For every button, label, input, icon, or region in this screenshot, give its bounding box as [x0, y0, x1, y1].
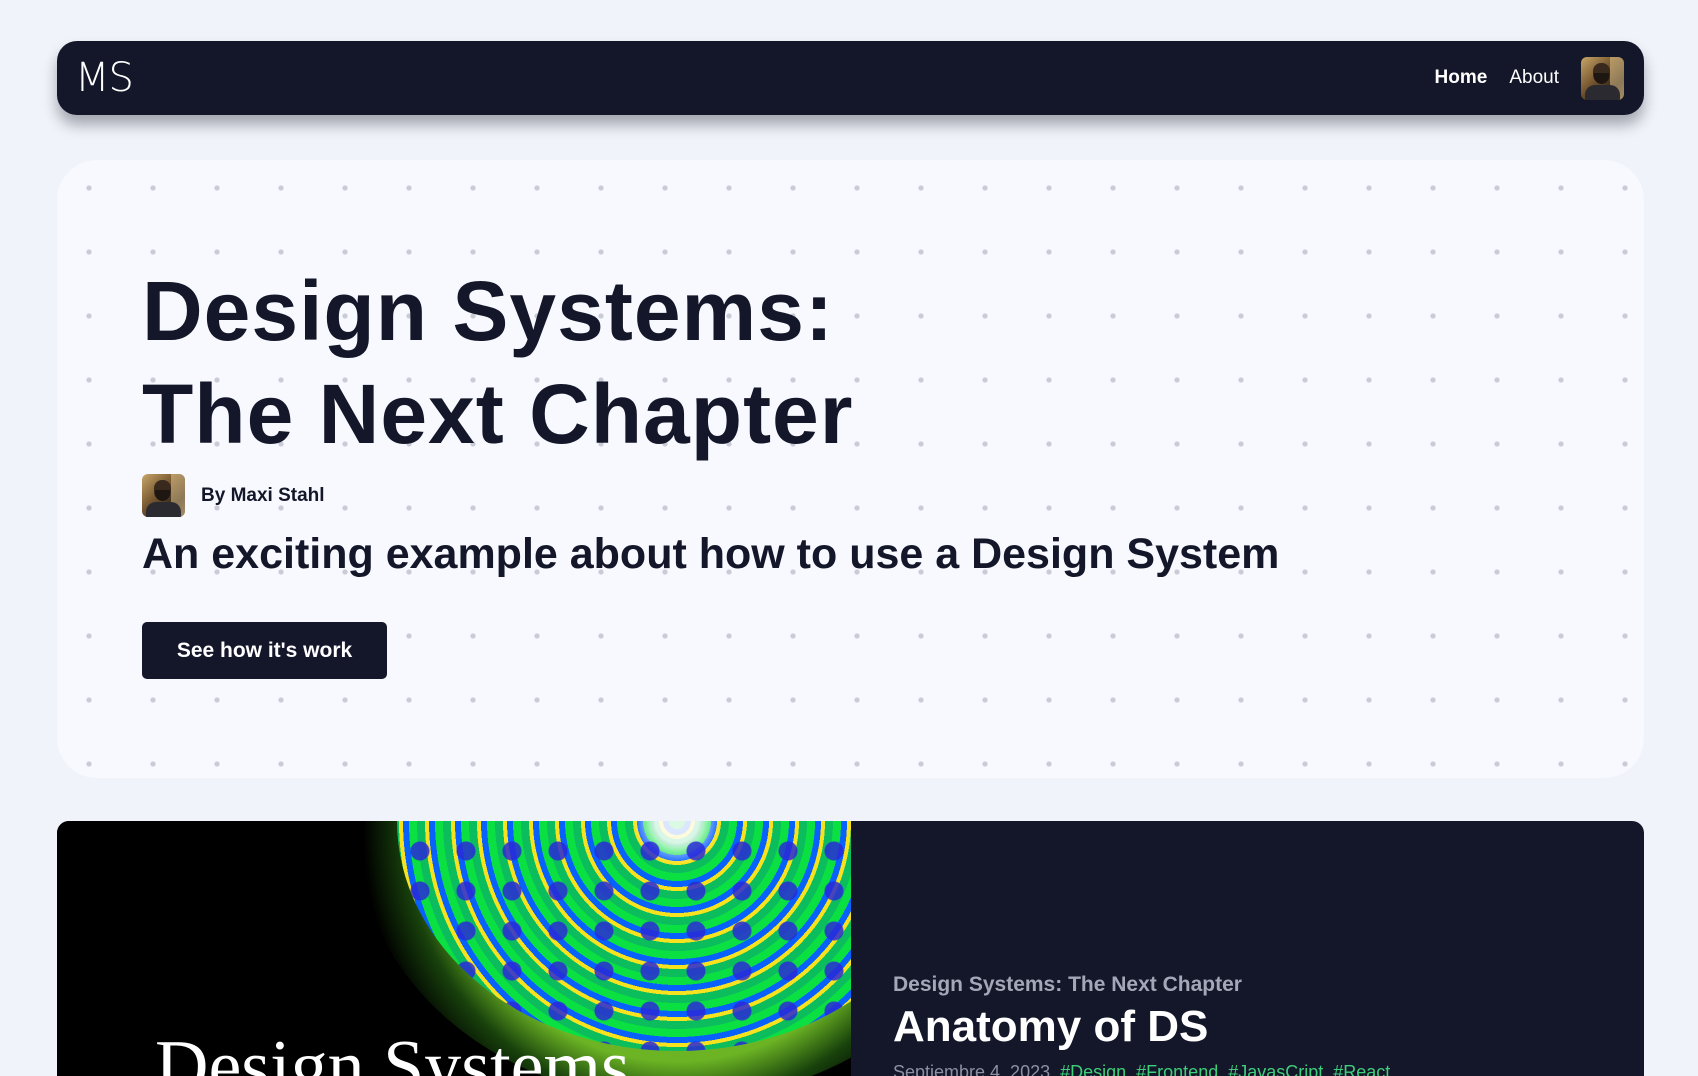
avatar-body	[1585, 84, 1620, 100]
top-navbar: MS Home About	[57, 41, 1644, 115]
post-tag[interactable]: #Design	[1060, 1062, 1126, 1076]
post-date: Septiembre 4, 2023	[893, 1062, 1051, 1076]
featured-image-caption: Design Systems	[155, 1026, 630, 1076]
hero-title-line-1: Design Systems:	[142, 264, 834, 358]
nav-link-about[interactable]: About	[1509, 67, 1559, 89]
avatar-body	[146, 502, 181, 517]
post-title[interactable]: Anatomy of DS	[893, 1002, 1613, 1052]
post-tag[interactable]: #Frontend	[1136, 1062, 1218, 1076]
featured-post-body: Design Systems: The Next Chapter Anatomy…	[893, 973, 1613, 1076]
post-tag[interactable]: #React	[1333, 1062, 1390, 1076]
nav-menu: Home About	[1435, 56, 1624, 100]
post-series: Design Systems: The Next Chapter	[893, 973, 1242, 996]
hero-title-line-2: The Next Chapter	[142, 367, 854, 461]
see-how-button[interactable]: See how it's work	[142, 622, 387, 679]
post-meta: Septiembre 4, 2023 #Design #Frontend #Ja…	[893, 1062, 1613, 1076]
hero-section: Design Systems: The Next Chapter By Maxi…	[57, 160, 1644, 778]
author-avatar-icon[interactable]	[142, 474, 185, 517]
author-name: By Maxi Stahl	[201, 484, 325, 506]
hero-title: Design Systems: The Next Chapter	[142, 260, 853, 466]
avatar-beard	[155, 490, 170, 501]
nav-link-home[interactable]: Home	[1435, 67, 1488, 89]
site-logo[interactable]: MS	[75, 55, 134, 101]
featured-post-card[interactable]: Design Systems Design Systems: The Next …	[57, 821, 1644, 1076]
hero-subtitle: An exciting example about how to use a D…	[142, 530, 1280, 578]
post-tag[interactable]: #JavasCript	[1228, 1062, 1323, 1076]
avatar-beard	[1594, 72, 1609, 84]
author-byline: By Maxi Stahl	[142, 474, 325, 517]
user-avatar-icon[interactable]	[1581, 56, 1624, 100]
featured-post-image[interactable]: Design Systems	[57, 821, 851, 1076]
